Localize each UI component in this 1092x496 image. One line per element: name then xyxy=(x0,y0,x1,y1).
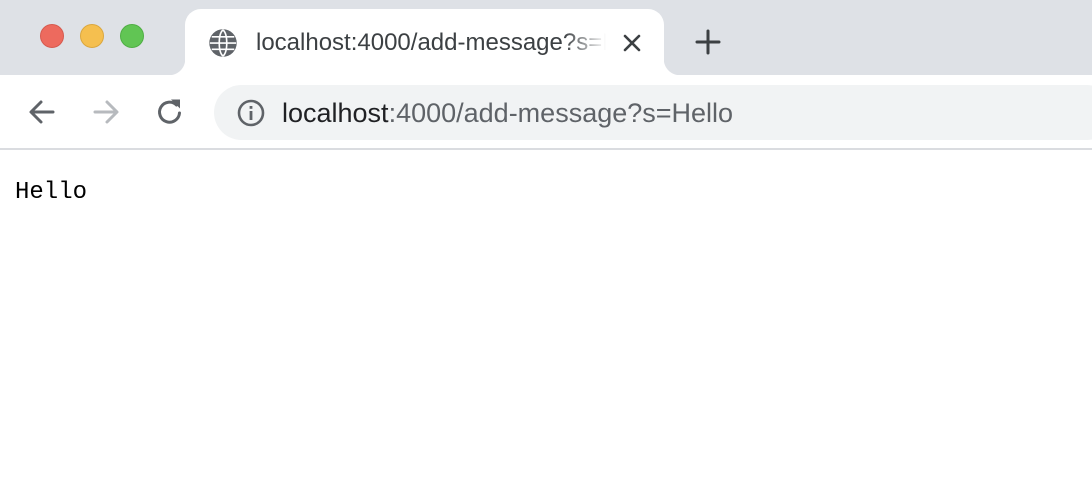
url-path: :4000/add-message?s=Hello xyxy=(388,98,734,128)
arrow-right-icon[interactable] xyxy=(90,96,122,128)
plus-icon[interactable] xyxy=(694,28,722,56)
url-host: localhost xyxy=(282,98,389,128)
window-zoom-button[interactable] xyxy=(120,24,144,48)
arrow-left-icon[interactable] xyxy=(26,96,58,128)
window-close-button[interactable] xyxy=(40,24,64,48)
close-icon[interactable] xyxy=(620,31,644,55)
url-text[interactable]: localhost:4000/add-message?s=Hello xyxy=(282,95,733,131)
address-bar[interactable]: localhost:4000/add-message?s=Hello xyxy=(214,85,1092,140)
info-icon[interactable] xyxy=(236,98,266,128)
tab-title: localhost:4000/add-message?s=Hello xyxy=(256,29,606,56)
tab-strip: localhost:4000/add-message?s=Hello xyxy=(0,0,1092,75)
browser-window: localhost:4000/add-message?s=Hello l xyxy=(0,0,1092,496)
tab-active[interactable]: localhost:4000/add-message?s=Hello xyxy=(169,9,680,75)
window-minimize-button[interactable] xyxy=(80,24,104,48)
reload-icon[interactable] xyxy=(154,96,186,128)
message-text: Hello xyxy=(15,179,88,206)
page-content: Hello xyxy=(0,150,1092,496)
toolbar: localhost:4000/add-message?s=Hello xyxy=(0,75,1092,150)
globe-icon xyxy=(209,29,237,57)
